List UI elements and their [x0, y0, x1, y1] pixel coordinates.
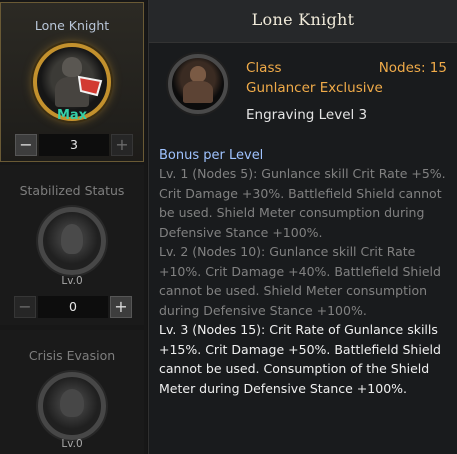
increase-button[interactable]: + — [111, 134, 133, 156]
red-banner-icon — [77, 75, 103, 97]
engraving-portrait-icon — [168, 54, 228, 114]
decrease-button[interactable]: − — [15, 134, 37, 156]
level-label: Lv.0 — [61, 275, 83, 287]
level-bonus-3: Lv. 3 (Nodes 15): Crit Rate of Gunlance … — [159, 322, 441, 396]
level-value: 3 — [39, 134, 109, 156]
engraving-list: Lone Knight Max − 3 + Stabilized Status … — [0, 0, 147, 454]
engraving-tooltip: Lone Knight Class Nodes: 15 Gunlancer Ex… — [148, 0, 457, 454]
class-label: Class — [246, 60, 282, 76]
tooltip-header: Lone Knight — [149, 0, 457, 43]
level-bonus-1: Lv. 1 (Nodes 5): Gunlance skill Crit Rat… — [159, 166, 446, 240]
max-label: Max — [56, 108, 88, 123]
engraving-slot-stabilized-status[interactable]: Stabilized Status Lv.0 − 0 + — [0, 165, 144, 325]
engraving-level: Engraving Level 3 — [246, 107, 368, 123]
level-bonus-2: Lv. 2 (Nodes 10): Gunlance skill Crit Ra… — [159, 244, 441, 318]
bonus-heading: Bonus per Level — [159, 148, 264, 163]
increase-button[interactable]: + — [110, 296, 132, 318]
engraving-title: Stabilized Status — [19, 183, 125, 198]
level-stepper[interactable]: − 0 + — [14, 296, 132, 318]
decrease-button[interactable]: − — [14, 296, 36, 318]
stabilized-status-icon[interactable] — [38, 207, 106, 275]
class-value: Gunlancer Exclusive — [246, 80, 383, 96]
tooltip-title: Lone Knight — [251, 10, 355, 29]
crisis-evasion-icon[interactable] — [38, 372, 106, 440]
engraving-title: Crisis Evasion — [28, 348, 116, 363]
engraving-title: Lone Knight — [34, 18, 110, 33]
nodes-count: Nodes: 15 — [378, 60, 447, 76]
level-value: 0 — [38, 296, 108, 318]
knight-head-shape — [62, 57, 82, 77]
figure-shape — [60, 389, 84, 417]
level-stepper[interactable]: − 3 + — [15, 134, 133, 156]
engraving-slot-lone-knight[interactable]: Lone Knight Max − 3 + — [0, 2, 144, 162]
portrait-body-shape — [183, 81, 213, 103]
level-bonus-list: Lv. 1 (Nodes 5): Gunlance skill Crit Rat… — [159, 164, 449, 398]
portrait-head-shape — [190, 66, 206, 82]
engraving-slot-crisis-evasion[interactable]: Crisis Evasion Lv.0 — [0, 330, 144, 454]
level-label: Lv.0 — [61, 438, 83, 450]
figure-shape — [61, 224, 83, 254]
